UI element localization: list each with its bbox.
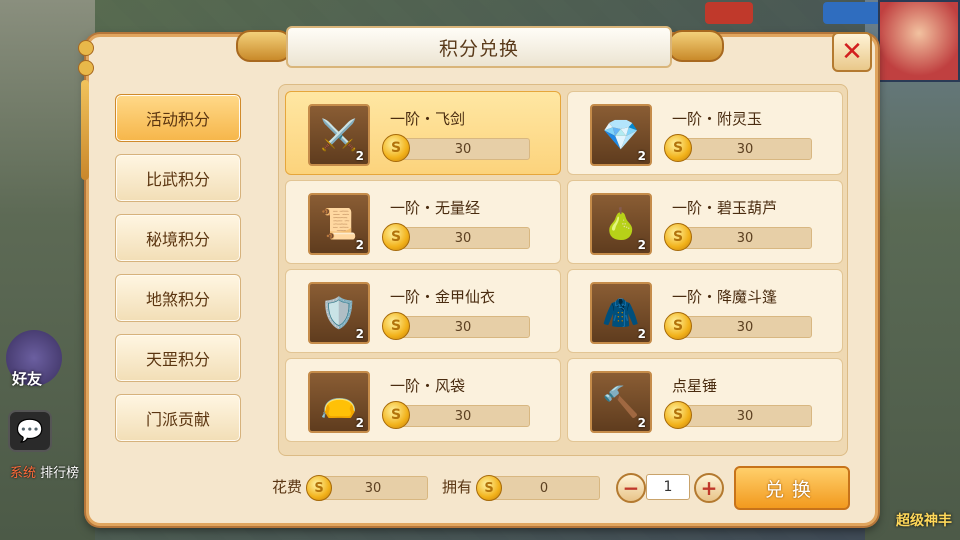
title-scroll-left (236, 30, 292, 62)
item-price: 30 (396, 316, 530, 338)
minus-icon: − (622, 476, 640, 500)
item-card[interactable]: 🧥 2 一阶・降魔斗篷 30 S (567, 269, 843, 353)
tassel-decoration (78, 40, 94, 180)
tab-contest-points[interactable]: 比武积分 (115, 154, 241, 202)
item-name: 点星锤 (672, 377, 718, 395)
decrease-quantity-button[interactable]: − (616, 473, 646, 503)
item-price: 30 (396, 405, 530, 427)
item-card[interactable]: 📜 2 一阶・无量经 30 S (285, 180, 561, 264)
coin-icon: S (476, 475, 502, 501)
own-label: 拥有 (442, 478, 473, 496)
item-card[interactable]: 🛡️ 2 一阶・金甲仙衣 30 S (285, 269, 561, 353)
cost-value: 30 (318, 476, 428, 500)
close-icon: ✕ (841, 37, 863, 67)
coin-icon: S (382, 401, 410, 429)
category-tabs: 活动积分 比武积分 秘境积分 地煞积分 天罡积分 门派贡献 (115, 94, 241, 454)
item-name: 一阶・金甲仙衣 (390, 288, 496, 306)
chat-tag: 系统 (10, 466, 37, 481)
increase-quantity-button[interactable]: + (694, 473, 724, 503)
coin-icon: S (664, 312, 692, 340)
exchange-button[interactable]: 兑换 (734, 466, 850, 510)
item-name: 一阶・风袋 (390, 377, 466, 395)
item-slot: 📜 2 (308, 193, 370, 255)
item-name: 一阶・飞剑 (390, 110, 466, 128)
tab-disha-points[interactable]: 地煞积分 (115, 274, 241, 322)
mp-bar (823, 2, 881, 24)
coin-icon: S (382, 223, 410, 251)
chat-line: 系统 排行榜 (10, 462, 79, 481)
coin-icon: S (382, 134, 410, 162)
item-card[interactable]: 👝 2 一阶・风袋 30 S (285, 358, 561, 442)
item-name: 一阶・降魔斗篷 (672, 288, 778, 306)
tab-activity-points[interactable]: 活动积分 (115, 94, 241, 142)
hp-bar (705, 2, 753, 24)
item-card[interactable]: 🔨 2 点星锤 30 S (567, 358, 843, 442)
item-card[interactable]: 💎 2 一阶・附灵玉 30 S (567, 91, 843, 175)
tab-tiangang-points[interactable]: 天罡积分 (115, 334, 241, 382)
item-slot: 🍐 2 (590, 193, 652, 255)
tab-secret-realm-points[interactable]: 秘境积分 (115, 214, 241, 262)
item-name: 一阶・碧玉葫芦 (672, 199, 778, 217)
own-value: 0 (488, 476, 600, 500)
item-grid: ⚔️ 2 一阶・飞剑 30 S 💎 2 一阶・附灵玉 30 S 📜 2 一阶・无量经 … (285, 91, 843, 442)
page-title: 积分兑换 (438, 37, 519, 60)
bag-icon: 👝 (320, 384, 358, 420)
item-name: 一阶・无量经 (390, 199, 481, 217)
item-price: 30 (396, 227, 530, 249)
item-price: 30 (396, 138, 530, 160)
coin-icon: S (664, 223, 692, 251)
gourd-icon: 🍐 (602, 206, 640, 242)
tab-sect-contribution[interactable]: 门派贡献 (115, 394, 241, 442)
item-card[interactable]: 🍐 2 一阶・碧玉葫芦 30 S (567, 180, 843, 264)
item-slot: ⚔️ 2 (308, 104, 370, 166)
item-slot: 🔨 2 (590, 371, 652, 433)
chat-text: 排行榜 (40, 466, 80, 481)
sword-icon: ⚔️ (320, 117, 358, 153)
item-slot: 🧥 2 (590, 282, 652, 344)
coin-icon: S (664, 401, 692, 429)
title-scroll-right (668, 30, 724, 62)
item-slot: 💎 2 (590, 104, 652, 166)
item-price: 30 (678, 405, 812, 427)
item-price: 30 (678, 316, 812, 338)
coin-icon: S (382, 312, 410, 340)
cloak-icon: 🧥 (602, 295, 640, 331)
close-button[interactable]: ✕ (832, 32, 872, 72)
item-price: 30 (678, 227, 812, 249)
item-grid-area: ⚔️ 2 一阶・飞剑 30 S 💎 2 一阶・附灵玉 30 S 📜 2 一阶・无量经 … (278, 84, 848, 456)
plus-icon: + (700, 476, 718, 500)
item-name: 一阶・附灵玉 (672, 110, 763, 128)
armor-icon: 🛡️ (320, 295, 358, 331)
jade-icon: 💎 (602, 117, 640, 153)
cost-label: 花费 (272, 478, 303, 496)
server-name: 超级神丰 (896, 513, 952, 529)
item-price: 30 (678, 138, 812, 160)
item-slot: 👝 2 (308, 371, 370, 433)
friends-label: 好友 (12, 370, 43, 388)
item-slot: 🛡️ 2 (308, 282, 370, 344)
coin-icon: S (664, 134, 692, 162)
scroll-icon: 📜 (320, 206, 358, 242)
item-card[interactable]: ⚔️ 2 一阶・飞剑 30 S (285, 91, 561, 175)
quantity-field[interactable]: 1 (646, 474, 690, 500)
title-plate: 积分兑换 (286, 26, 672, 68)
hammer-icon: 🔨 (602, 384, 640, 420)
coin-icon: S (306, 475, 332, 501)
player-avatar[interactable] (878, 0, 960, 82)
chat-icon[interactable]: 💬 (8, 410, 52, 452)
